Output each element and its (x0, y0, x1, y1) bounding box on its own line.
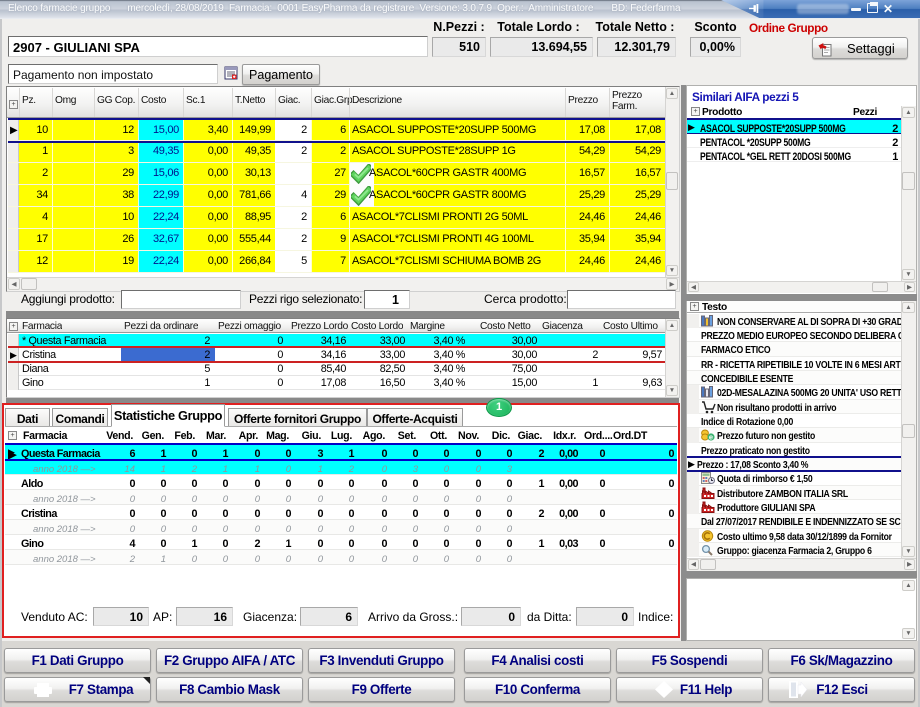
svg-text:e: e (709, 433, 713, 441)
